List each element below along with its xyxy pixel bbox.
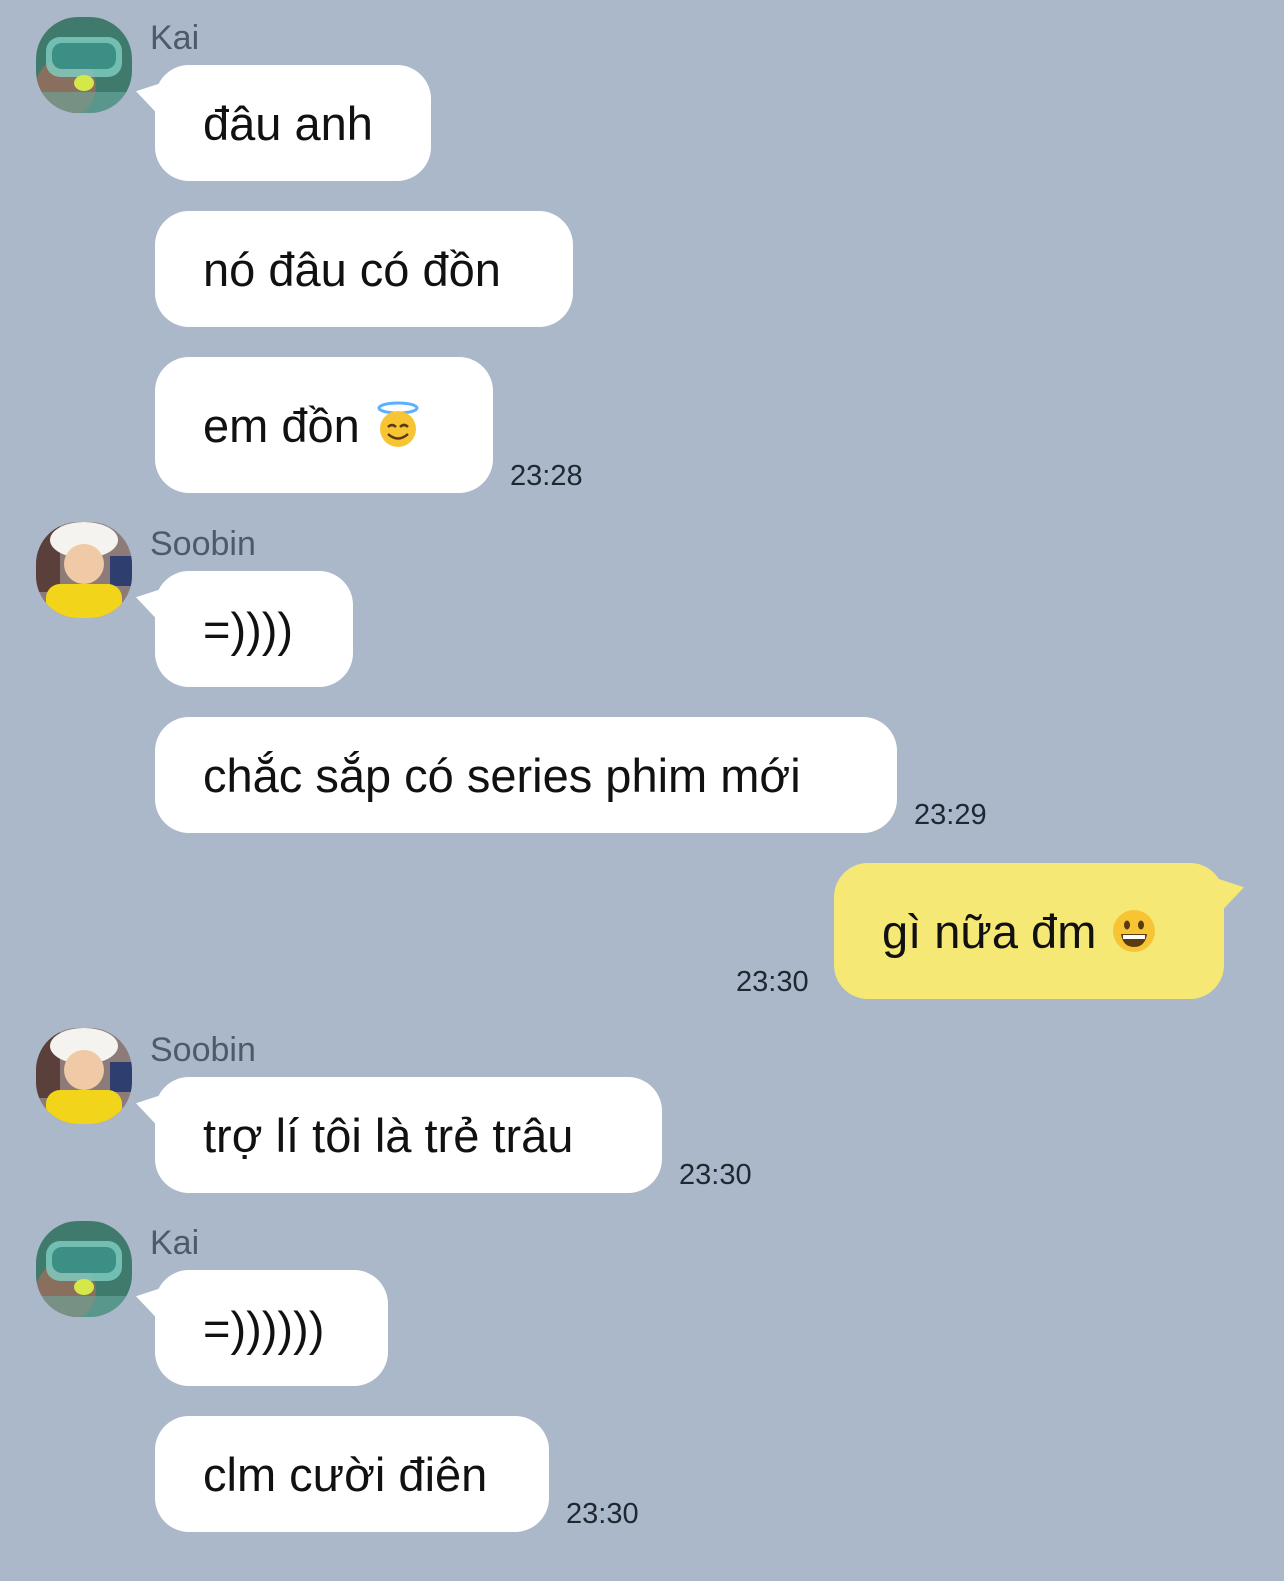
sender-name: Kai	[150, 1224, 200, 1262]
message-text: chắc sắp có series phim mới	[203, 748, 801, 802]
timestamp: 23:29	[914, 799, 987, 831]
avatar-soobin[interactable]	[36, 1028, 132, 1124]
message-bubble[interactable]: chắc sắp có series phim mới	[155, 717, 897, 833]
avatar-soobin-image	[36, 522, 132, 618]
sender-name: Soobin	[150, 525, 256, 563]
timestamp: 23:30	[736, 966, 809, 998]
sender-name: Kai	[150, 19, 200, 57]
message-text: trợ lí tôi là trẻ trâu	[203, 1108, 574, 1162]
timestamp: 23:30	[566, 1498, 639, 1530]
message-text: clm cười điên	[203, 1447, 488, 1501]
message-bubble[interactable]: nó đâu có đồn	[155, 211, 573, 327]
message-bubble-outgoing[interactable]: gì nữa đm	[834, 863, 1224, 999]
message-bubble[interactable]: trợ lí tôi là trẻ trâu	[155, 1077, 662, 1193]
avatar-kai[interactable]	[36, 17, 132, 113]
avatar-soobin-image	[36, 1028, 132, 1124]
grinning-face-icon	[1110, 907, 1158, 955]
timestamp: 23:30	[679, 1159, 752, 1191]
message-bubble[interactable]: clm cười điên	[155, 1416, 549, 1532]
message-text: nó đâu có đồn	[203, 242, 501, 296]
message-bubble[interactable]: =))))))	[155, 1270, 388, 1386]
avatar-kai[interactable]	[36, 1221, 132, 1317]
avatar-kai-image	[36, 17, 132, 113]
message-text: =))))))	[203, 1301, 325, 1355]
message-bubble[interactable]: em đồn	[155, 357, 493, 493]
smiling-face-with-halo-icon	[374, 401, 422, 449]
message-bubble[interactable]: đâu anh	[155, 65, 431, 181]
message-text: =))))	[203, 602, 294, 656]
sender-name: Soobin	[150, 1031, 256, 1069]
avatar-kai-image	[36, 1221, 132, 1317]
timestamp: 23:28	[510, 460, 583, 492]
message-text: gì nữa đm	[882, 904, 1097, 958]
message-text: đâu anh	[203, 96, 373, 150]
avatar-soobin[interactable]	[36, 522, 132, 618]
message-bubble[interactable]: =))))	[155, 571, 353, 687]
message-text: em đồn	[203, 398, 360, 452]
